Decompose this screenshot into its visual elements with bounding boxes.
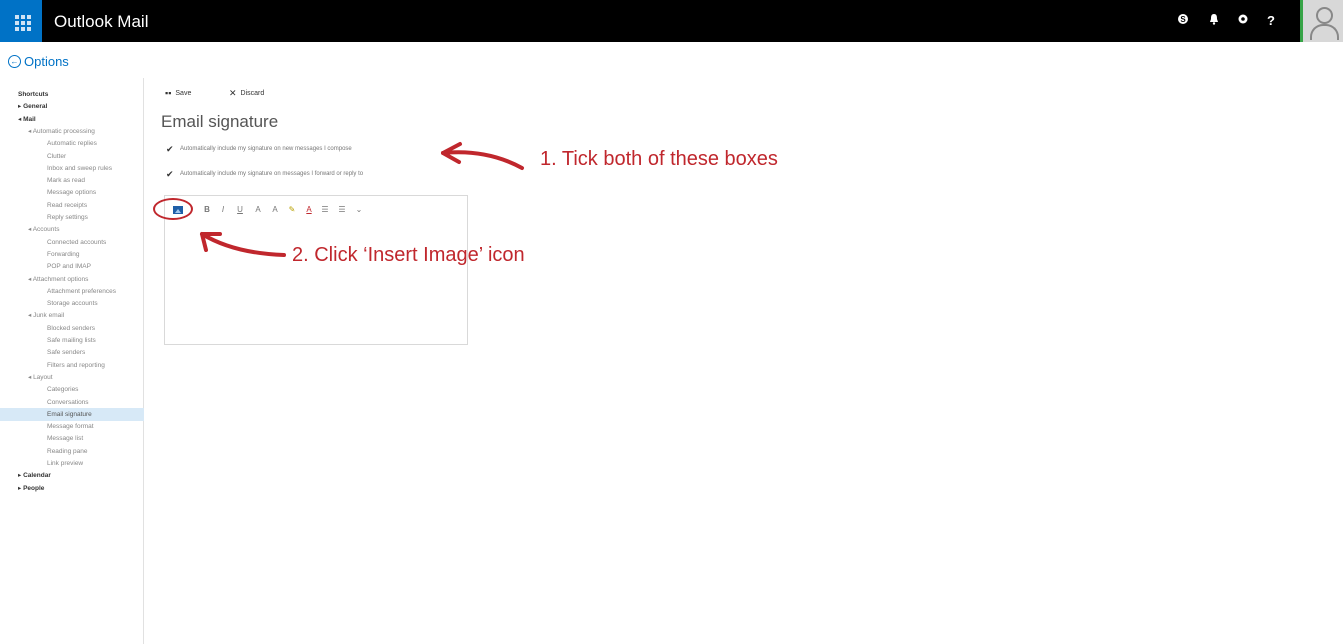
annotation-step-2: 2. Click ‘Insert Image’ icon <box>292 244 525 266</box>
annotation-arrows <box>200 142 524 257</box>
annotation-step-1: 1. Tick both of these boxes <box>540 148 778 170</box>
